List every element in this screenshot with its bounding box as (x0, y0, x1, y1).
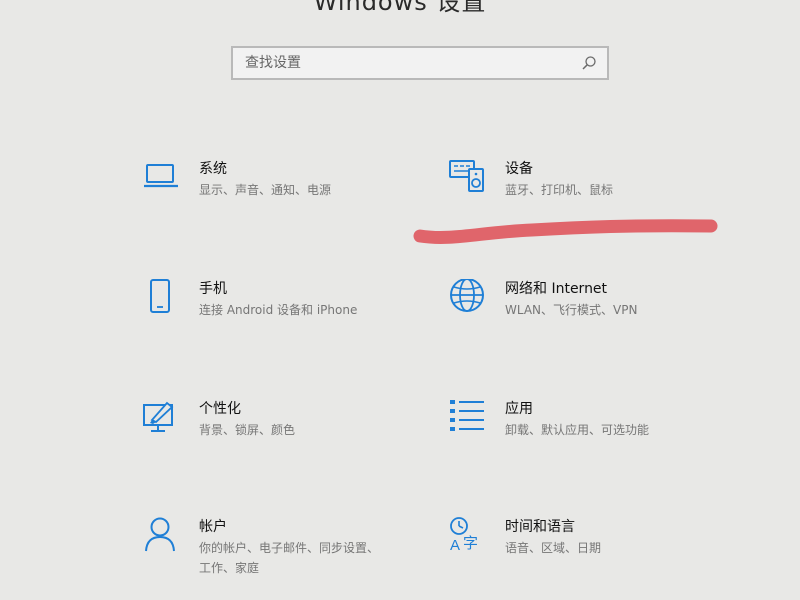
window-title: Windows 设置 (313, 0, 487, 16)
tile-apps-desc: 卸载、默认应用、可选功能 (505, 423, 650, 437)
tile-phone-title: 手机 (199, 281, 227, 297)
tile-accounts[interactable]: 帐户 你的帐户、电子邮件、同步设置、工作、家庭 (143, 517, 443, 597)
tile-devices[interactable]: 设备 蓝牙、打印机、鼠标 (449, 159, 749, 239)
tile-system[interactable]: 系统 显示、声音、通知、电源 (143, 159, 443, 239)
tile-apps-title: 应用 (505, 401, 533, 417)
tile-devices-title: 设备 (505, 161, 533, 177)
tile-time-language-title: 时间和语言 (505, 519, 575, 535)
clock-language-icon: A 字 (449, 517, 485, 554)
tile-personalization-title: 个性化 (199, 401, 241, 417)
tile-devices-desc: 蓝牙、打印机、鼠标 (505, 183, 614, 197)
settings-window: Windows 设置 系统 显示、声音、通知、电源 (0, 0, 800, 600)
tile-network[interactable]: 网络和 Internet WLAN、飞行模式、VPN (449, 278, 749, 359)
tile-system-title: 系统 (199, 161, 227, 177)
search-box[interactable] (231, 46, 609, 80)
tile-accounts-desc: 你的帐户、电子邮件、同步设置、工作、家庭 (199, 541, 380, 575)
tile-time-language-desc: 语音、区域、日期 (505, 541, 602, 555)
tile-network-desc: WLAN、飞行模式、VPN (505, 303, 638, 317)
tile-personalization-desc: 背景、锁屏、颜色 (199, 423, 296, 437)
tile-personalization[interactable]: 个性化 背景、锁屏、颜色 (143, 399, 443, 479)
list-icon (449, 399, 485, 435)
tile-accounts-title: 帐户 (199, 519, 227, 535)
tile-system-desc: 显示、声音、通知、电源 (199, 183, 332, 197)
search-input[interactable] (233, 48, 585, 78)
paint-screen-icon (143, 399, 179, 435)
tile-apps[interactable]: 应用 卸载、默认应用、可选功能 (449, 399, 749, 479)
globe-icon (449, 278, 485, 315)
tile-phone[interactable]: 手机 连接 Android 设备和 iPhone (143, 279, 443, 359)
phone-icon (143, 279, 179, 315)
svg-text:字: 字 (463, 534, 478, 552)
tile-time-language[interactable]: A 字 时间和语言 语音、区域、日期 (449, 517, 749, 597)
tile-phone-desc: 连接 Android 设备和 iPhone (199, 303, 358, 317)
laptop-icon (143, 159, 179, 195)
keyboard-speaker-icon (449, 159, 485, 195)
tile-network-title: 网络和 Internet (505, 281, 608, 297)
person-icon (143, 517, 179, 553)
svg-text:A: A (450, 537, 460, 553)
search-icon[interactable] (581, 55, 597, 71)
